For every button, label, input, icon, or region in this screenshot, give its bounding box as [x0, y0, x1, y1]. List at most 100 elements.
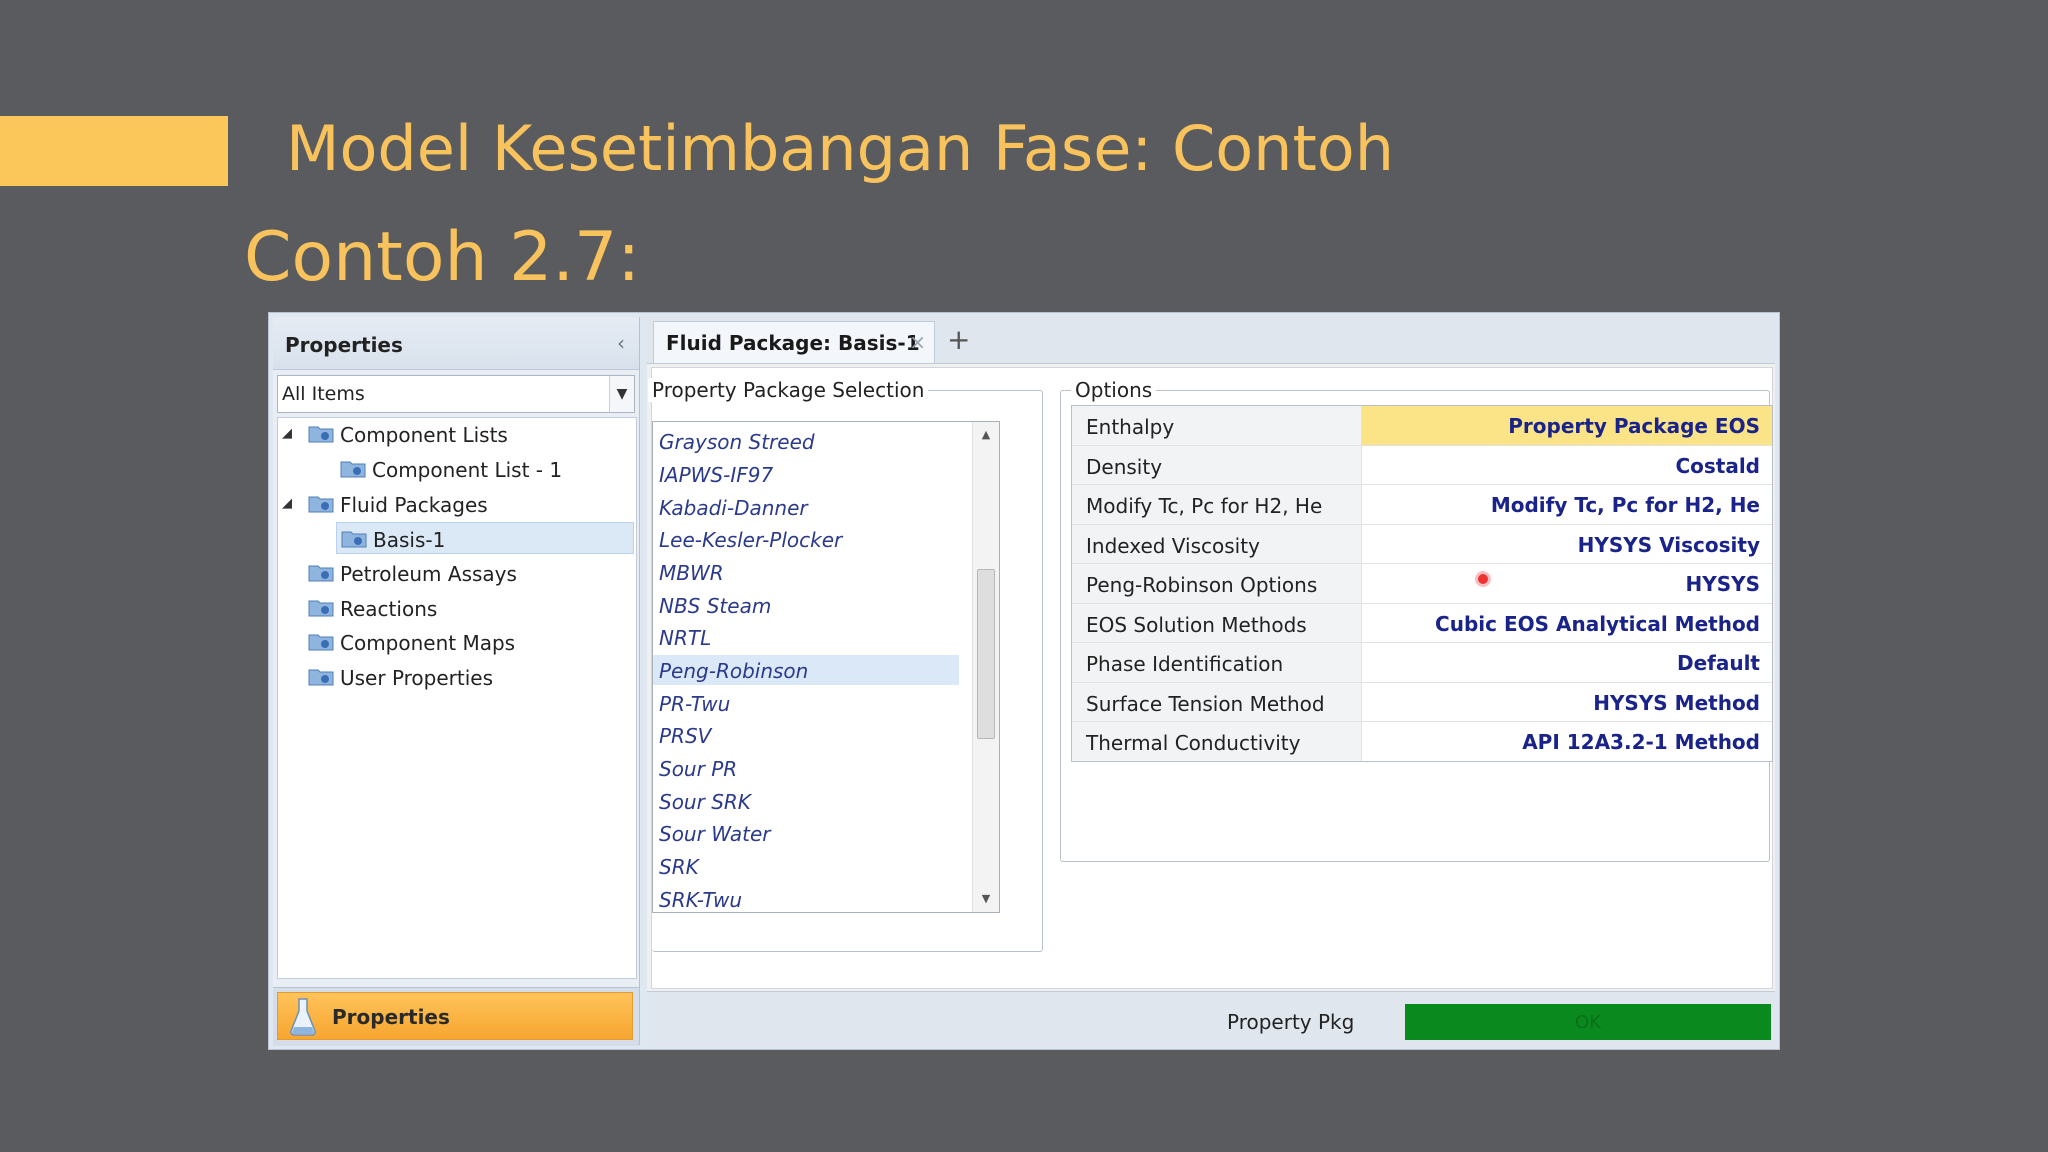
dropdown-arrow-icon[interactable]: ▼ [609, 376, 634, 412]
option-name: Peng-Robinson Options [1086, 573, 1318, 597]
table-row: EOS Solution Methods Cubic EOS Analytica… [1072, 603, 1772, 643]
tree-item-fluid-packages[interactable]: ◢ Fluid Packages [278, 488, 636, 520]
table-row: Density Costald [1072, 445, 1772, 485]
status-label: Property Pkg [1227, 1010, 1355, 1034]
option-value: Cubic EOS Analytical Method [1435, 611, 1760, 636]
group-title: Options [1071, 378, 1157, 402]
list-item[interactable]: SRK-Twu [653, 884, 959, 912]
option-name: Phase Identification [1086, 652, 1284, 676]
list-item[interactable]: Sour Water [653, 818, 959, 848]
option-name: Thermal Conductivity [1086, 731, 1301, 755]
expand-arrow-icon[interactable]: ◢ [282, 496, 292, 511]
list-item[interactable]: NBS Steam [653, 590, 959, 620]
add-tab-icon[interactable]: + [947, 323, 970, 356]
tab-fluid-package-basis-1[interactable]: Fluid Package: Basis-1 × [653, 321, 935, 363]
status-ok-indicator: OK [1405, 1004, 1771, 1040]
navigator-footer: Properties [273, 987, 639, 1046]
option-value-cell[interactable]: Cubic EOS Analytical Method [1362, 604, 1772, 643]
list-item[interactable]: NRTL [653, 622, 959, 652]
option-value-cell[interactable]: HYSYS Viscosity [1362, 525, 1772, 564]
folder-icon [340, 461, 366, 478]
scroll-thumb[interactable] [977, 568, 995, 739]
option-value-cell[interactable]: Property Package EOS [1362, 406, 1772, 445]
tree-item-user-properties[interactable]: User Properties [278, 661, 636, 693]
title-accent-bar [0, 116, 228, 186]
option-name: Enthalpy [1086, 415, 1175, 439]
scroll-down-icon[interactable]: ▼ [973, 886, 999, 912]
options-group: Options Enthalpy Property Package EOS De… [1060, 378, 1773, 862]
list-item[interactable]: Sour PR [653, 753, 959, 783]
option-name: EOS Solution Methods [1086, 612, 1307, 637]
hysys-screenshot: Properties ‹ All Items ▼ ◢ Component Lis… [268, 312, 1780, 1050]
list-item[interactable]: Sour SRK [653, 786, 959, 816]
list-scrollbar[interactable]: ▲ ▼ [972, 422, 999, 912]
slide-title: Model Kesetimbangan Fase: Contoh [286, 112, 1395, 185]
folder-icon [308, 426, 334, 443]
option-value-cell[interactable]: Default [1362, 643, 1772, 682]
folder-icon [308, 496, 334, 513]
navigator-title: Properties [285, 333, 403, 357]
mouse-cursor-icon [1475, 571, 1491, 587]
flask-icon [290, 998, 316, 1036]
tree-item-reactions[interactable]: Reactions [278, 592, 636, 624]
scroll-up-icon[interactable]: ▲ [973, 422, 999, 448]
option-value: HYSYS [1685, 572, 1760, 596]
filter-value: All Items [282, 383, 365, 405]
option-value-cell[interactable]: API 12A3.2-1 Method [1362, 722, 1772, 761]
table-row: Enthalpy Property Package EOS [1072, 406, 1772, 446]
option-name: Modify Tc, Pc for H2, He [1086, 494, 1323, 518]
status-state: OK [1575, 1012, 1601, 1033]
fluid-package-form: Property Package Selection Grayson Stree… [648, 367, 1773, 989]
option-value-cell[interactable]: Modify Tc, Pc for H2, He [1362, 485, 1772, 524]
items-filter-dropdown[interactable]: All Items ▼ [277, 375, 635, 413]
group-title: Property Package Selection [648, 378, 929, 402]
folder-icon [308, 669, 334, 686]
list-item[interactable]: PRSV [653, 720, 959, 750]
tree-item-petroleum-assays[interactable]: Petroleum Assays [278, 557, 636, 589]
options-table: Enthalpy Property Package EOS Density Co… [1071, 405, 1773, 762]
tree-item-component-maps[interactable]: Component Maps [278, 626, 636, 658]
list-item[interactable]: Grayson Streed [653, 426, 959, 456]
navigator-header: Properties ‹ [273, 317, 639, 370]
properties-environment-button[interactable]: Properties [277, 992, 633, 1040]
list-item[interactable]: IAPWS-IF97 [653, 459, 959, 489]
property-package-list[interactable]: Grayson Streed IAPWS-IF97 Kabadi-Danner … [652, 421, 1000, 913]
status-bar: Property Pkg OK [647, 991, 1775, 1046]
option-value: API 12A3.2-1 Method [1522, 730, 1760, 754]
tree-item-label: Reactions [340, 597, 438, 621]
option-value: Modify Tc, Pc for H2, He [1490, 493, 1760, 517]
option-value: Default [1676, 651, 1760, 675]
tree-item-label: Fluid Packages [340, 493, 488, 517]
table-row: Phase Identification Default [1072, 643, 1772, 683]
option-value-cell[interactable]: HYSYS [1362, 564, 1772, 603]
list-item[interactable]: MBWR [653, 557, 959, 587]
tree-item-label: Component Maps [340, 631, 516, 655]
navigator-tree: ◢ Component Lists Component List - 1 ◢ F… [277, 417, 637, 979]
option-value: HYSYS Method [1593, 690, 1760, 715]
close-icon[interactable]: × [909, 330, 926, 354]
option-name: Density [1086, 454, 1163, 479]
document-tabbar: Fluid Package: Basis-1 × + [647, 317, 1775, 364]
option-value-cell[interactable]: HYSYS Method [1362, 683, 1772, 722]
tree-item-label: Petroleum Assays [340, 562, 517, 586]
folder-icon [341, 531, 367, 548]
tree-item-basis-1[interactable]: Basis-1 [336, 522, 634, 554]
slide-subtitle: Contoh 2.7: [244, 218, 641, 297]
list-item[interactable]: SRK [653, 851, 959, 881]
expand-arrow-icon[interactable]: ◢ [282, 426, 292, 441]
properties-navigator: Properties ‹ All Items ▼ ◢ Component Lis… [273, 317, 640, 1046]
option-value: HYSYS Viscosity [1577, 532, 1760, 557]
option-name: Indexed Viscosity [1086, 533, 1260, 558]
tree-item-component-lists[interactable]: ◢ Component Lists [278, 418, 636, 450]
main-workspace: Fluid Package: Basis-1 × + Property Pack… [647, 317, 1775, 1046]
option-value-cell[interactable]: Costald [1362, 446, 1772, 485]
list-item[interactable]: PR-Twu [653, 688, 959, 718]
list-item-selected[interactable]: Peng-Robinson [653, 655, 959, 685]
table-row: Surface Tension Method HYSYS Method [1072, 682, 1772, 722]
table-row: Thermal Conductivity API 12A3.2-1 Method [1072, 722, 1772, 761]
list-item[interactable]: Lee-Kesler-Plocker [653, 524, 959, 554]
tree-item-component-list-1[interactable]: Component List - 1 [278, 453, 636, 485]
chevron-left-icon[interactable]: ‹ [617, 331, 625, 355]
list-item[interactable]: Kabadi-Danner [653, 492, 959, 522]
option-value: Property Package EOS [1508, 414, 1760, 438]
